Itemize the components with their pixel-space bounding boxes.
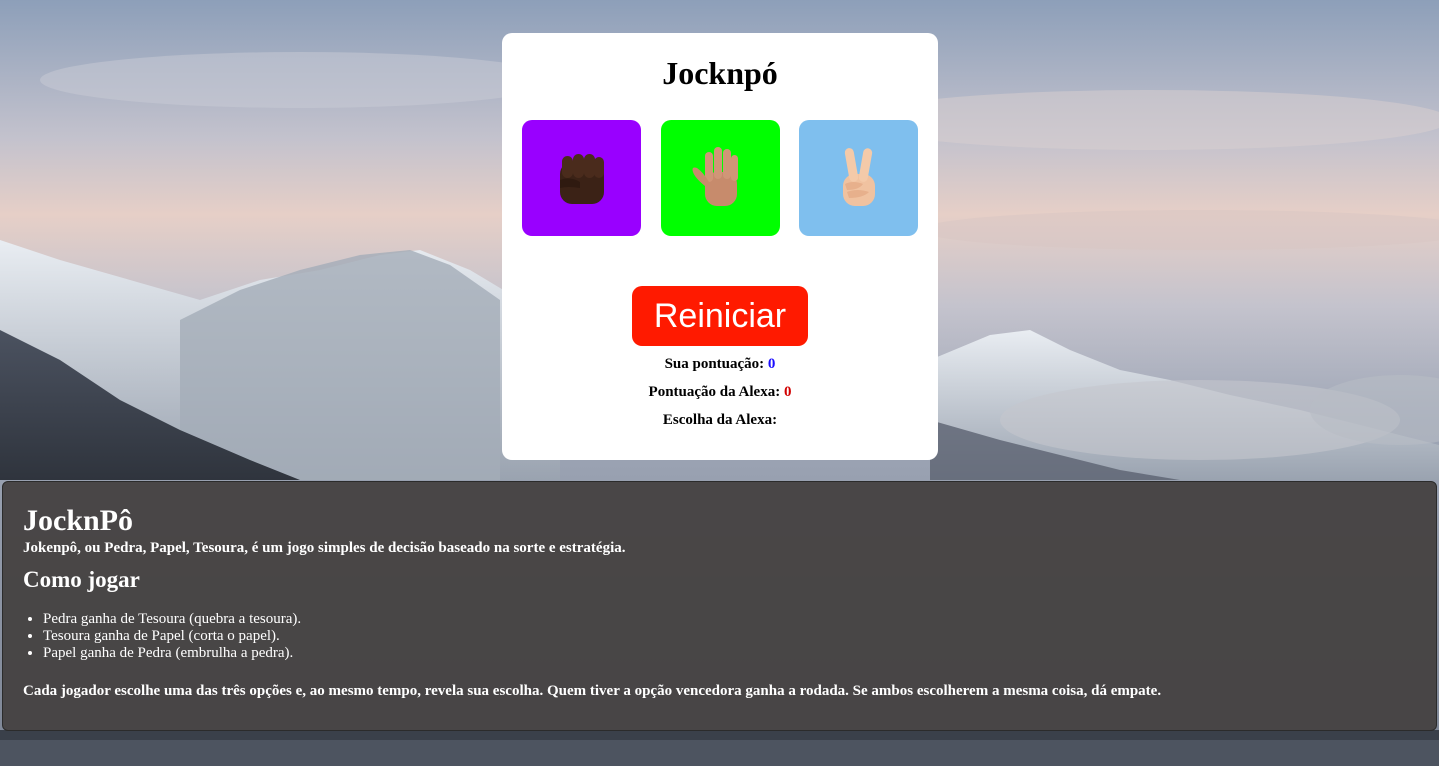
restart-button[interactable]: Reiniciar bbox=[632, 286, 808, 346]
info-title: JocknPô bbox=[23, 504, 134, 537]
user-score-value: 0 bbox=[767, 356, 776, 372]
game-card: Jocknpó Reiniciar Sua pontuação: 0 Pontu… bbox=[502, 33, 938, 460]
choice-paper-button[interactable] bbox=[661, 120, 780, 236]
victory-hand-icon bbox=[842, 148, 875, 206]
rule-item: Tesoura ganha de Papel (corta o papel). bbox=[43, 628, 301, 645]
user-score-label: Sua pontuação: bbox=[664, 356, 765, 372]
alexa-score: Pontuação da Alexa: 0 bbox=[502, 384, 938, 401]
rule-item: Papel ganha de Pedra (embrulha a pedra). bbox=[43, 645, 301, 662]
user-score: Sua pontuação: 0 bbox=[502, 356, 938, 373]
choice-scissors-button[interactable] bbox=[799, 120, 918, 236]
rules-list: Pedra ganha de Tesoura (quebra a tesoura… bbox=[43, 611, 301, 662]
alexa-score-value: 0 bbox=[783, 384, 792, 400]
how-to-play-heading: Como jogar bbox=[23, 567, 140, 592]
alexa-choice: Escolha da Alexa: bbox=[502, 412, 938, 429]
fist-icon bbox=[559, 154, 604, 204]
choice-rock-button[interactable] bbox=[522, 120, 641, 236]
rule-item: Pedra ganha de Tesoura (quebra a tesoura… bbox=[43, 611, 301, 628]
alexa-choice-label: Escolha da Alexa: bbox=[662, 412, 778, 428]
game-title: Jocknpó bbox=[662, 55, 778, 91]
info-panel: JocknPô Jokenpô, ou Pedra, Papel, Tesour… bbox=[2, 481, 1437, 731]
info-intro: Jokenpô, ou Pedra, Papel, Tesoura, é um … bbox=[23, 540, 626, 556]
info-footer: Cada jogador escolhe uma das três opções… bbox=[23, 683, 1162, 699]
raised-hand-icon bbox=[692, 147, 738, 206]
alexa-score-label: Pontuação da Alexa: bbox=[648, 384, 781, 400]
